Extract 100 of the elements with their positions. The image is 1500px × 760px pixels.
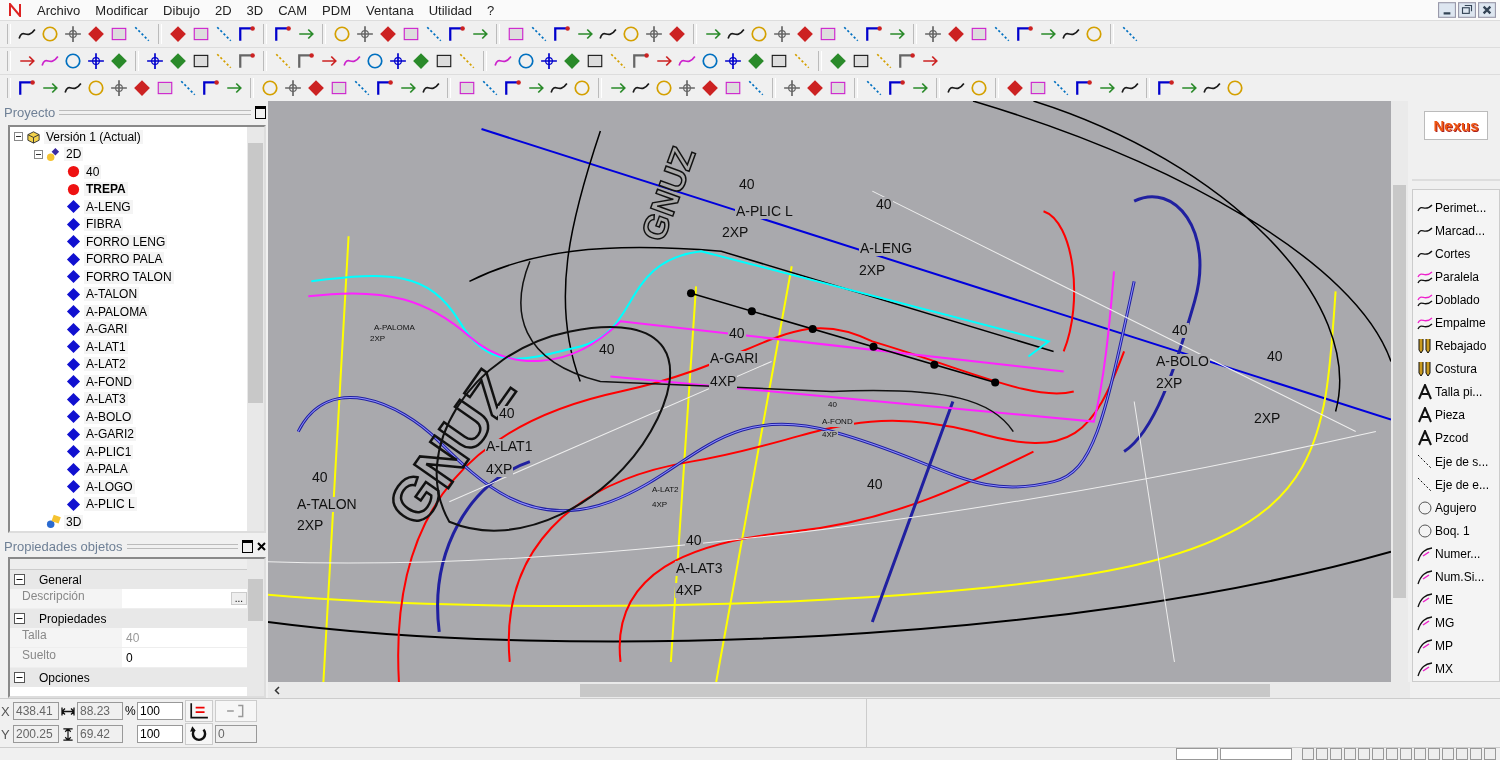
snap-toggle[interactable] [1302,748,1314,760]
tree-item[interactable]: A-LAT3 [84,392,128,407]
tree-item[interactable]: FIBRA [84,217,124,232]
tool-item[interactable]: Empalme [1413,311,1499,335]
tool-icon[interactable] [1015,24,1035,44]
snap-toggle[interactable] [1386,748,1398,760]
scrollbar[interactable] [247,559,264,696]
restore-icon[interactable] [1458,2,1476,18]
tool-item[interactable]: Pieza [1413,403,1499,427]
input-field[interactable]: 88.23 [77,702,123,720]
tool-icon[interactable] [539,51,559,71]
tree-item[interactable]: FORRO PALA [84,252,165,267]
minimize-icon[interactable] [1438,2,1456,18]
collapse-toggle[interactable] [14,574,25,585]
tool-icon[interactable] [273,24,293,44]
tool-icon[interactable] [86,51,106,71]
tool-item[interactable]: Rebajado [1413,334,1499,358]
tree-item[interactable]: 40 [84,164,102,179]
tool-item[interactable]: Pzcod [1413,426,1499,451]
snap-toggle[interactable] [1358,748,1370,760]
property-value[interactable]: ... [122,589,247,608]
menu-item[interactable]: CAM [278,2,308,18]
tree-item[interactable]: FORRO TALON [84,269,174,284]
scrollbar[interactable] [247,127,264,531]
tool-icon[interactable] [1156,78,1176,98]
tree-item[interactable]: FORRO LENG [84,234,168,249]
tool-icon[interactable] [237,24,257,44]
snap-toggle[interactable] [1442,748,1454,760]
collapse-toggle[interactable] [14,132,23,142]
close-icon[interactable] [1478,2,1496,18]
tree-item[interactable]: 2D [64,147,84,162]
tree-item[interactable]: A-LOGO [84,479,135,494]
scrollbar[interactable] [1391,101,1408,682]
property-value[interactable]: 0 [122,648,247,667]
collapse-toggle[interactable] [34,149,43,159]
tool-item[interactable]: ME [1413,588,1499,612]
menu-item[interactable]: ? [487,2,495,18]
tool-icon[interactable] [864,24,884,44]
tool-icon[interactable] [552,24,572,44]
tool-item[interactable]: Numer... [1413,542,1499,566]
tool-item[interactable]: Marcad... [1413,219,1499,243]
tool-item[interactable]: Doblado [1413,288,1499,312]
tree-item[interactable]: A-PLIC L [84,497,137,512]
snap-toggle[interactable] [1330,748,1342,760]
tool-item[interactable]: MP [1413,634,1499,658]
tree-item[interactable]: 3D [64,514,84,529]
axes-icon[interactable] [185,700,213,722]
tool-icon[interactable] [145,51,165,71]
menu-item[interactable]: Modificar [95,2,149,18]
snap-toggle[interactable] [1400,748,1412,760]
tool-icon[interactable] [375,78,395,98]
tree-item[interactable]: A-PLIC1 [84,444,134,459]
snap-toggle[interactable] [1372,748,1384,760]
input-field[interactable]: 200.25 [13,725,59,743]
tool-icon[interactable] [201,78,221,98]
tree-item[interactable]: A-PALA [84,462,130,477]
snap-toggle[interactable] [1428,748,1440,760]
tool-item[interactable]: Talla pi... [1413,380,1499,404]
tool-icon[interactable] [887,78,907,98]
tree-item[interactable]: A-LAT2 [84,357,128,372]
input-field[interactable]: 100 [137,702,183,720]
tool-icon[interactable] [723,51,743,71]
menu-item[interactable]: 3D [246,2,264,18]
menu-item[interactable]: Utilidad [428,2,473,18]
snap-toggle[interactable] [1470,748,1482,760]
tree-item[interactable]: A-LAT1 [84,339,128,354]
menu-item[interactable]: Archivo [37,2,81,18]
tree-item[interactable]: TREPA [84,182,128,197]
tool-icon[interactable] [503,78,523,98]
tree-item[interactable]: A-BOLO [84,409,134,424]
tree-item[interactable]: A-TALON [84,287,140,302]
tool-icon[interactable] [388,51,408,71]
tool-item[interactable]: Paralela [1413,265,1499,289]
input-field[interactable]: 0 [215,725,257,743]
tool-item[interactable]: MX [1413,657,1499,681]
tool-item[interactable]: Num.Si... [1413,565,1499,589]
browse-button[interactable]: ... [230,592,247,605]
dock-button[interactable] [242,539,253,553]
collapse-toggle[interactable] [14,672,25,683]
tool-item[interactable]: Boq. 1 [1413,519,1499,543]
tool-item[interactable]: Cortes [1413,242,1499,266]
tool-item[interactable]: Agujero [1413,496,1499,520]
tool-item[interactable]: Perimet... [1413,196,1499,220]
snap-toggle[interactable] [1484,748,1496,760]
tool-item[interactable]: Eje de s... [1413,450,1499,474]
snap-toggle[interactable] [1316,748,1328,760]
snap-toggle[interactable] [1414,748,1426,760]
tree-item[interactable]: Versión 1 (Actual) [44,129,143,144]
tool-item[interactable]: Eje de e... [1413,473,1499,497]
menu-item[interactable]: 2D [214,2,232,18]
tool-icon[interactable] [17,78,37,98]
tool-item[interactable]: MG [1413,611,1499,635]
tree-item[interactable]: A-GARI2 [84,427,136,442]
tree-item[interactable]: A-LENG [84,199,133,214]
tree-item[interactable]: A-PALOMA [84,304,150,319]
close-icon[interactable] [257,541,266,551]
scroll-left-icon[interactable] [274,686,280,695]
menu-item[interactable]: Ventana [366,2,414,18]
menu-item[interactable]: PDM [322,2,351,18]
menu-item[interactable]: Dibujo [163,2,200,18]
